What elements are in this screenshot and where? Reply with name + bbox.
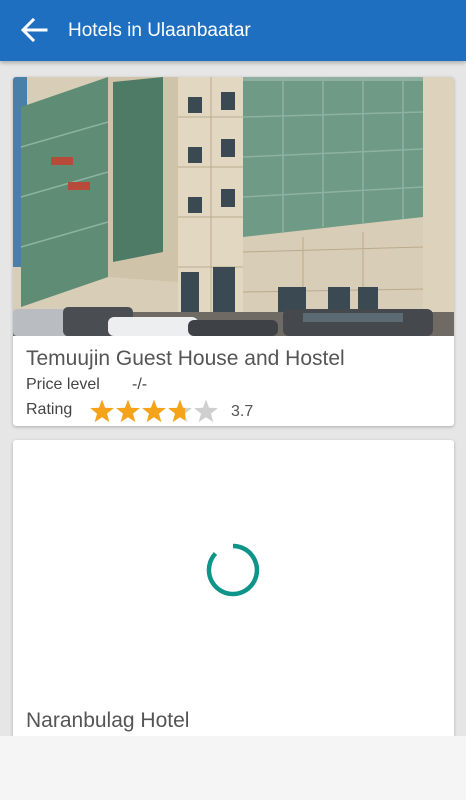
hotel-name: Naranbulag Hotel	[26, 709, 190, 732]
loading-spinner-icon	[206, 543, 260, 597]
rating-label: Rating	[26, 401, 73, 418]
rating-star-icon	[168, 399, 192, 423]
rating-value: 3.7	[231, 403, 254, 420]
hotel-list[interactable]: Temuujin Guest House and Hostel Price le…	[0, 61, 466, 736]
price-level-value: -/-	[132, 376, 148, 393]
rating-star-icon	[116, 399, 140, 423]
hotel-photo	[13, 77, 454, 336]
arrow-left-icon	[20, 18, 48, 42]
back-button[interactable]	[14, 12, 54, 48]
app-bar: Hotels in Ulaanbaatar	[0, 0, 466, 61]
rating-star-icon	[142, 399, 166, 423]
rating-stars	[90, 399, 218, 423]
hotel-name: Temuujin Guest House and Hostel	[26, 347, 345, 370]
rating-star-icon	[194, 399, 218, 423]
page-title: Hotels in Ulaanbaatar	[68, 20, 251, 41]
bottom-area	[0, 736, 466, 800]
rating-star-icon	[90, 399, 114, 423]
hotel-card[interactable]: Temuujin Guest House and Hostel Price le…	[13, 77, 454, 426]
price-level-label: Price level	[26, 376, 100, 393]
hotel-card[interactable]: Naranbulag Hotel	[13, 440, 454, 736]
